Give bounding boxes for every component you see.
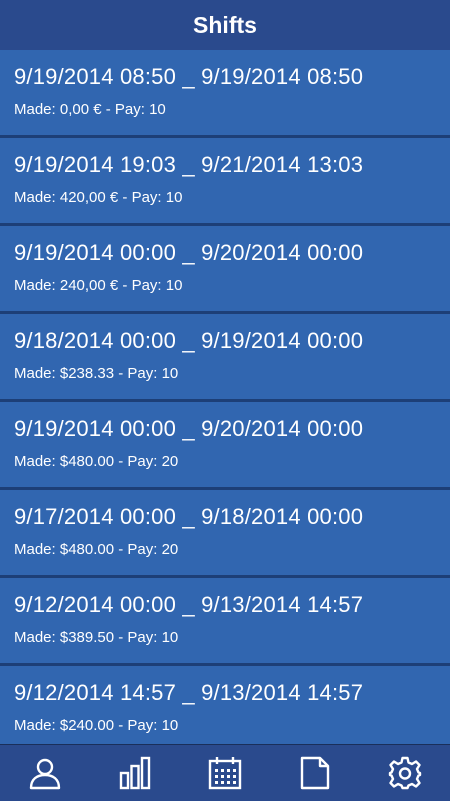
- calendar-icon: [208, 757, 242, 790]
- shift-earnings: Made: 240,00 € - Pay: 10: [14, 277, 183, 294]
- shift-earnings: Made: $480.00 - Pay: 20: [14, 541, 179, 558]
- shift-dates: 9/18/2014 00:00 _ 9/19/2014 00:00: [14, 328, 364, 353]
- shift-list[interactable]: 9/19/2014 08:50 _ 9/19/2014 08:50 Made: …: [0, 50, 450, 744]
- shift-earnings: Made: $240.00 - Pay: 10: [14, 717, 179, 734]
- shift-earnings: Made: 420,00 € - Pay: 10: [14, 189, 183, 206]
- shift-earnings: Made: $238.33 - Pay: 10: [14, 365, 179, 382]
- gear-icon: [388, 756, 422, 790]
- shift-dates: 9/19/2014 08:50 _ 9/19/2014 08:50: [14, 64, 364, 89]
- shift-dates: 9/19/2014 00:00 _ 9/20/2014 00:00: [14, 416, 364, 441]
- shift-item[interactable]: 9/18/2014 00:00 _ 9/19/2014 00:00 Made: …: [0, 314, 450, 402]
- shift-item[interactable]: 9/17/2014 00:00 _ 9/18/2014 00:00 Made: …: [0, 490, 450, 578]
- shift-dates: 9/17/2014 00:00 _ 9/18/2014 00:00: [14, 504, 364, 529]
- user-icon: [29, 758, 61, 790]
- shift-dates: 9/19/2014 19:03 _ 9/21/2014 13:03: [14, 152, 364, 177]
- nav-settings-button[interactable]: [375, 745, 435, 801]
- shift-item[interactable]: 9/19/2014 19:03 _ 9/21/2014 13:03 Made: …: [0, 138, 450, 226]
- nav-reports-button[interactable]: [285, 745, 345, 801]
- shift-item[interactable]: 9/19/2014 00:00 _ 9/20/2014 00:00 Made: …: [0, 402, 450, 490]
- shift-earnings: Made: $480.00 - Pay: 20: [14, 453, 179, 470]
- shift-earnings: Made: 0,00 € - Pay: 10: [14, 101, 166, 118]
- shift-item[interactable]: 9/19/2014 00:00 _ 9/20/2014 00:00 Made: …: [0, 226, 450, 314]
- shift-earnings: Made: $389.50 - Pay: 10: [14, 629, 179, 646]
- shift-item[interactable]: 9/12/2014 14:57 _ 9/13/2014 14:57 Made: …: [0, 666, 450, 744]
- shift-dates: 9/12/2014 00:00 _ 9/13/2014 14:57: [14, 592, 364, 617]
- nav-profile-button[interactable]: [15, 745, 75, 801]
- document-icon: [300, 756, 330, 790]
- app-header: Shifts: [0, 0, 450, 50]
- nav-stats-button[interactable]: [105, 745, 165, 801]
- page-title: Shifts: [193, 11, 257, 38]
- nav-calendar-button[interactable]: [195, 745, 255, 801]
- shift-dates: 9/19/2014 00:00 _ 9/20/2014 00:00: [14, 240, 364, 265]
- bottom-nav-bar: [0, 744, 450, 801]
- shift-dates: 9/12/2014 14:57 _ 9/13/2014 14:57: [14, 680, 364, 705]
- shift-item[interactable]: 9/19/2014 08:50 _ 9/19/2014 08:50 Made: …: [0, 50, 450, 138]
- bar-chart-icon: [119, 756, 151, 790]
- shift-item[interactable]: 9/12/2014 00:00 _ 9/13/2014 14:57 Made: …: [0, 578, 450, 666]
